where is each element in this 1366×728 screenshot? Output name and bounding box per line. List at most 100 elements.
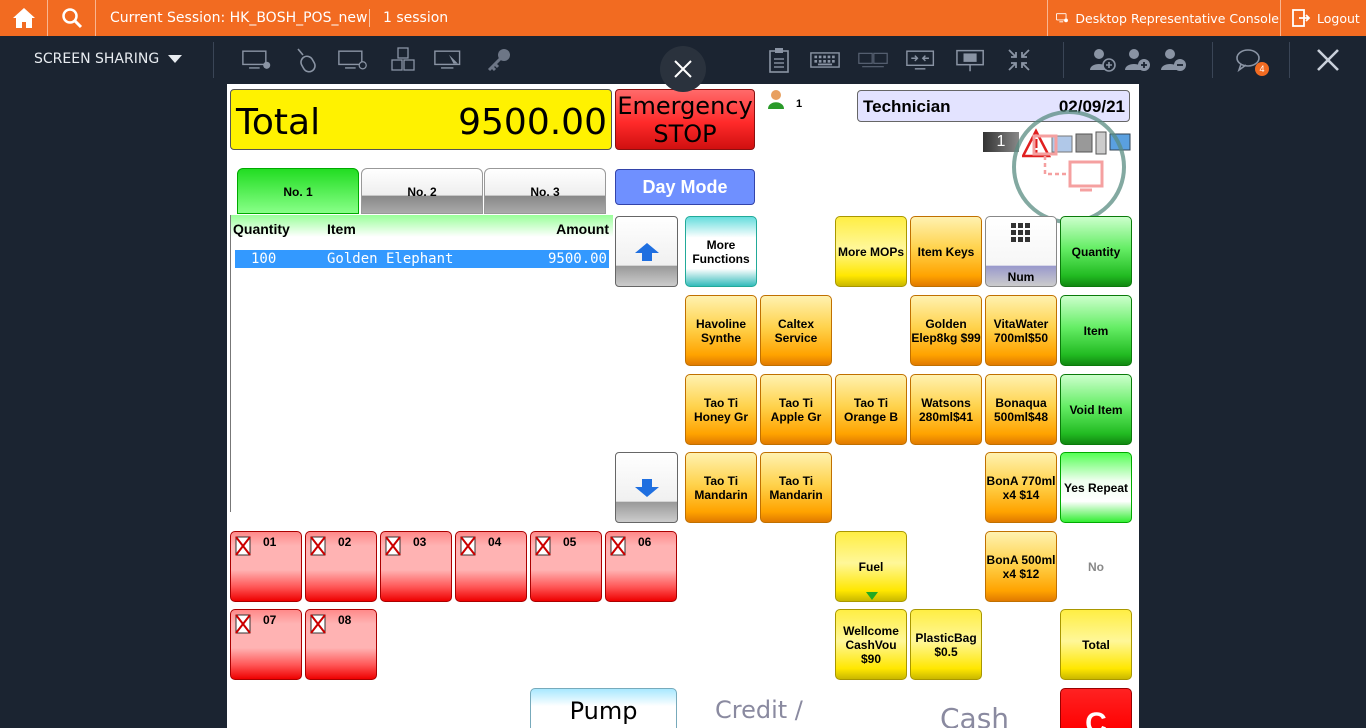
screen-select-button[interactable] <box>434 46 464 74</box>
key-button[interactable] <box>484 46 514 74</box>
row-quantity: 100 <box>251 251 277 267</box>
chat-button[interactable]: 4 <box>1235 46 1269 76</box>
remote-control-indicator <box>1012 110 1126 224</box>
monitor-power-button[interactable] <box>338 46 368 74</box>
list-item[interactable]: 100 Golden Elephant 9500.00 <box>235 250 609 268</box>
user-plus-icon <box>1125 49 1150 71</box>
more-mops-button[interactable]: More MOPs <box>835 216 907 287</box>
home-button[interactable] <box>0 0 48 36</box>
taoti-orange-button[interactable]: Tao Ti Orange B <box>835 374 907 445</box>
pump-04[interactable]: 04 <box>455 531 527 602</box>
golden-elep-button[interactable]: Golden Elep8kg $99 <box>910 295 982 366</box>
key-icon <box>487 49 510 72</box>
mouse-icon <box>297 48 316 73</box>
home-icon <box>12 8 35 28</box>
desktop-console-button[interactable]: Desktop Representative Console <box>1047 0 1279 36</box>
row-amount: 9500.00 <box>547 251 607 267</box>
tab-no2[interactable]: No. 2 <box>361 168 483 214</box>
clipboard-button[interactable] <box>764 46 794 74</box>
havoline-button[interactable]: Havoline Synthe <box>685 295 757 366</box>
toolbar-divider <box>213 42 214 78</box>
pump-02[interactable]: 02 <box>305 531 377 602</box>
bonaqua-button[interactable]: Bonaqua 500ml$48 <box>985 374 1057 445</box>
total-label: Total <box>236 102 321 143</box>
terminal-badge: 1 <box>983 132 1019 152</box>
transaction-list: Quantity Item Amount 100 Golden Elephant… <box>230 215 613 512</box>
clipboard-icon <box>769 48 789 73</box>
pump-07[interactable]: 07 <box>230 609 302 680</box>
fuel-pump-icon <box>310 614 326 634</box>
total-button[interactable]: Total <box>1060 609 1132 680</box>
void-item-button[interactable]: Void Item <box>1060 374 1132 445</box>
multi-monitor-button[interactable] <box>858 46 888 74</box>
overlay-close-button[interactable] <box>660 46 706 92</box>
pump-06[interactable]: 06 <box>605 531 677 602</box>
collapse-icon <box>1008 49 1030 71</box>
taoti-mandarin-button-2[interactable]: Tao Ti Mandarin <box>760 452 832 523</box>
cash-button[interactable]: Cash <box>940 702 1009 728</box>
row-item: Golden Elephant <box>327 251 454 267</box>
desktop-console-icon <box>1056 13 1068 23</box>
day-mode-button[interactable]: Day Mode <box>615 169 755 205</box>
emergency-stop-button[interactable]: Emergency STOP <box>615 89 755 150</box>
monitor-cursor-icon <box>434 50 461 69</box>
fuel-button[interactable]: Fuel <box>835 531 907 602</box>
remote-pos-screen[interactable]: Total 9500.00 Emergency STOP 1 Technicia… <box>227 84 1139 728</box>
yes-repeat-button[interactable]: Yes Repeat <box>1060 452 1132 523</box>
logout-icon <box>1292 9 1311 27</box>
quantity-button[interactable]: Quantity <box>1060 216 1132 287</box>
item-button[interactable]: Item <box>1060 295 1132 366</box>
add-user-button[interactable] <box>1087 46 1117 74</box>
arrow-down-icon <box>634 478 659 497</box>
mouse-control-button[interactable] <box>292 46 322 74</box>
abcd-keys-icon <box>391 47 415 71</box>
clear-button[interactable]: C <box>1060 688 1132 728</box>
remove-user-button[interactable] <box>1158 46 1188 74</box>
logout-button[interactable]: Logout <box>1280 0 1366 36</box>
monitor-power-icon <box>338 50 367 70</box>
remote-desktop-icon <box>1032 134 1104 192</box>
search-button[interactable] <box>48 0 96 36</box>
vitawater-button[interactable]: VitaWater 700ml$50 <box>985 295 1057 366</box>
more-functions-button[interactable]: More Functions <box>685 216 757 287</box>
bona-770-button[interactable]: BonA 770ml x4 $14 <box>985 452 1057 523</box>
credit-button[interactable]: Credit / <box>715 696 803 724</box>
no-button[interactable]: No <box>1060 531 1132 602</box>
tab-no3[interactable]: No. 3 <box>484 168 606 214</box>
monitor-record-button[interactable] <box>242 46 272 74</box>
taoti-mandarin-button[interactable]: Tao Ti Mandarin <box>685 452 757 523</box>
pump-03[interactable]: 03 <box>380 531 452 602</box>
fuel-pump-icon <box>535 536 551 556</box>
keyboard-button[interactable] <box>810 46 840 74</box>
pump-08[interactable]: 08 <box>305 609 377 680</box>
pump-number: 01 <box>263 535 277 549</box>
item-keys-button[interactable]: Item Keys <box>910 216 982 287</box>
invite-user-button[interactable] <box>1122 46 1152 74</box>
close-session-button[interactable] <box>1313 46 1343 74</box>
toolbar-divider <box>1289 42 1290 78</box>
pump-button[interactable]: Pump <box>530 688 677 728</box>
scroll-down-button[interactable] <box>615 452 678 523</box>
keyboard-layout-button[interactable] <box>388 46 418 74</box>
caltex-button[interactable]: Caltex Service <box>760 295 832 366</box>
session-count[interactable]: 1 session <box>383 10 448 26</box>
screen-sharing-menu[interactable]: SCREEN SHARING <box>34 51 183 67</box>
pump-01[interactable]: 01 <box>230 531 302 602</box>
taoti-apple-button[interactable]: Tao Ti Apple Gr <box>760 374 832 445</box>
bona-500-button[interactable]: BonA 500ml x4 $12 <box>985 531 1057 602</box>
desktop-console-label: Desktop Representative Console <box>1075 10 1279 26</box>
pump-05[interactable]: 05 <box>530 531 602 602</box>
collapse-button[interactable] <box>1004 46 1034 74</box>
col-item: Item <box>327 221 356 237</box>
fit-screen-button[interactable] <box>906 46 936 74</box>
close-icon <box>674 60 692 78</box>
monitor-pin-button[interactable] <box>956 46 986 74</box>
scroll-up-button[interactable] <box>615 216 678 287</box>
plastic-bag-button[interactable]: PlasticBag $0.5 <box>910 609 982 680</box>
num-button[interactable]: Num <box>985 216 1057 287</box>
wellcome-cashvou-button[interactable]: Wellcome CashVou $90 <box>835 609 907 680</box>
emergency-stop-line1: Emergency <box>617 92 753 120</box>
watsons-button[interactable]: Watsons 280ml$41 <box>910 374 982 445</box>
tab-no1[interactable]: No. 1 <box>237 168 359 214</box>
taoti-honey-button[interactable]: Tao Ti Honey Gr <box>685 374 757 445</box>
